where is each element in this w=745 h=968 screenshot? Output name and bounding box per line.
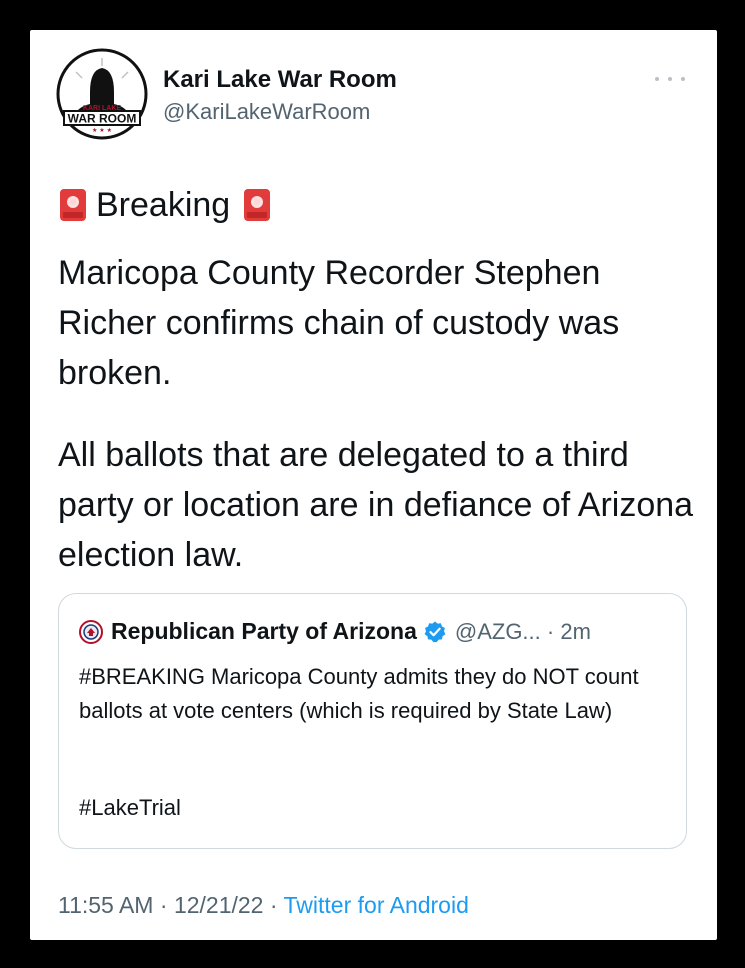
author-name[interactable]: Kari Lake War Room: [163, 66, 397, 94]
tweet-card: KARI LAKE WAR ROOM ★ ★ ★ Kari Lake War R…: [30, 30, 717, 940]
breaking-label: Breaking: [96, 186, 231, 224]
tweet-source-link[interactable]: Twitter for Android: [284, 892, 469, 918]
verified-badge-icon: [424, 621, 446, 642]
meta-separator: ·: [269, 892, 278, 918]
svg-text:★ ★ ★: ★ ★ ★: [92, 127, 112, 134]
avatar[interactable]: KARI LAKE WAR ROOM ★ ★ ★: [56, 48, 148, 140]
quoted-tweet-header: Republican Party of Arizona @AZG... · 2m: [79, 618, 591, 645]
quoted-author-name[interactable]: Republican Party of Arizona: [111, 618, 417, 645]
tweet-date[interactable]: 12/21/22: [174, 892, 264, 918]
tweet-meta: 11:55 AM · 12/21/22 · Twitter for Androi…: [58, 892, 469, 919]
tweet-paragraph-1: Maricopa County Recorder Stephen Richer …: [58, 254, 620, 392]
author-handle[interactable]: @KariLakeWarRoom: [163, 99, 370, 125]
party-logo-icon[interactable]: [79, 619, 103, 644]
quoted-tweet[interactable]: Republican Party of Arizona @AZG... · 2m…: [58, 593, 687, 849]
quoted-age: 2m: [560, 618, 591, 644]
more-options-icon[interactable]: [655, 72, 685, 86]
quoted-author-handle[interactable]: @AZG...: [455, 619, 541, 644]
meta-separator: ·: [159, 892, 168, 918]
siren-icon: [244, 189, 271, 221]
breaking-line: Breaking: [58, 180, 698, 230]
tweet-paragraph-2: All ballots that are delegated to a thir…: [58, 436, 694, 574]
quoted-hashtag[interactable]: #LakeTrial: [79, 795, 181, 821]
siren-icon: [60, 189, 86, 221]
avatar-text-main: WAR ROOM: [68, 112, 137, 126]
meta-separator: ·: [546, 618, 555, 644]
quoted-tweet-text: #BREAKING Maricopa County admits they do…: [79, 664, 639, 723]
tweet-time[interactable]: 11:55 AM: [58, 892, 153, 918]
